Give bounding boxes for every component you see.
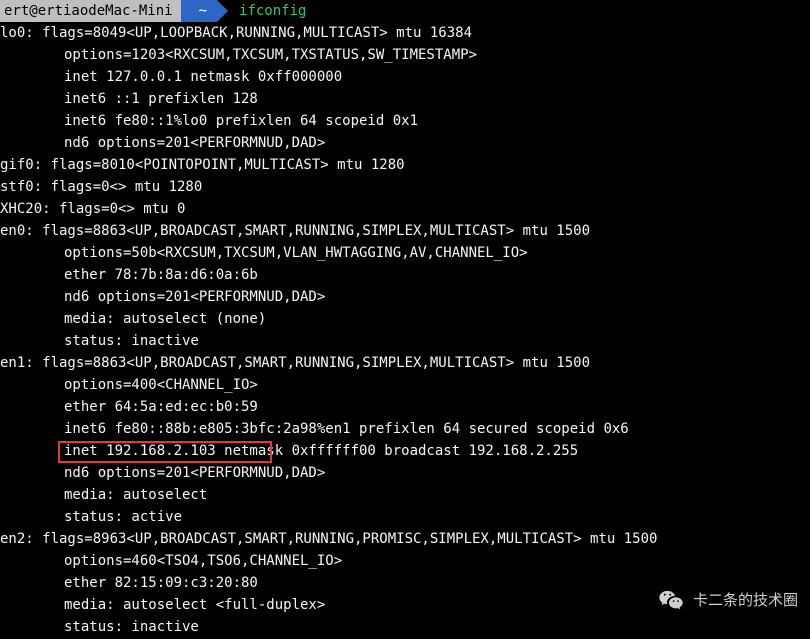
output-line-highlighted: inet 192.168.2.103 netmask 0xffffff00 br… <box>0 440 810 462</box>
output-line: en1: flags=8863<UP,BROADCAST,SMART,RUNNI… <box>0 352 810 374</box>
wechat-icon <box>657 587 685 615</box>
output-line: gif0: flags=8010<POINTOPOINT,MULTICAST> … <box>0 154 810 176</box>
output-line: inet6 fe80::1%lo0 prefixlen 64 scopeid 0… <box>0 110 810 132</box>
output-line: options=460<TSO4,TSO6,CHANNEL_IO> <box>0 550 810 572</box>
output-line: en2: flags=8963<UP,BROADCAST,SMART,RUNNI… <box>0 528 810 550</box>
output-line: status: active <box>0 506 810 528</box>
watermark-text: 卡二条的技术圈 <box>693 590 798 612</box>
output-line: ether 78:7b:8a:d6:0a:6b <box>0 264 810 286</box>
watermark: 卡二条的技术圈 <box>657 587 798 615</box>
output-line: media: autoselect <box>0 484 810 506</box>
typed-command: ifconfig <box>217 0 306 22</box>
output-line: media: autoselect (none) <box>0 308 810 330</box>
output-line: options=50b<RXCSUM,TXCSUM,VLAN_HWTAGGING… <box>0 242 810 264</box>
prompt-user-host: ert@ertiaodeMac-Mini <box>0 0 181 22</box>
output-line: inet6 fe80::88b:e805:3bfc:2a98%en1 prefi… <box>0 418 810 440</box>
output-line: stf0: flags=0<> mtu 1280 <box>0 176 810 198</box>
output-line: nd6 options=201<PERFORMNUD,DAD> <box>0 286 810 308</box>
output-line: status: inactive <box>0 330 810 352</box>
output-line: options=1203<RXCSUM,TXCSUM,TXSTATUS,SW_T… <box>0 44 810 66</box>
output-line: nd6 options=201<PERFORMNUD,DAD> <box>0 462 810 484</box>
output-line: ether 64:5a:ed:ec:b0:59 <box>0 396 810 418</box>
output-line: en0: flags=8863<UP,BROADCAST,SMART,RUNNI… <box>0 220 810 242</box>
output-line: XHC20: flags=0<> mtu 0 <box>0 198 810 220</box>
output-line: inet 127.0.0.1 netmask 0xff000000 <box>0 66 810 88</box>
output-line: inet6 ::1 prefixlen 128 <box>0 88 810 110</box>
output-line: status: inactive <box>0 616 810 638</box>
output-line: nd6 options=201<PERFORMNUD,DAD> <box>0 132 810 154</box>
terminal-output: lo0: flags=8049<UP,LOOPBACK,RUNNING,MULT… <box>0 22 810 638</box>
prompt-dir: ~ <box>181 0 217 22</box>
output-line: lo0: flags=8049<UP,LOOPBACK,RUNNING,MULT… <box>0 22 810 44</box>
shell-prompt[interactable]: ert@ertiaodeMac-Mini ~ ifconfig <box>0 0 810 22</box>
output-line: options=400<CHANNEL_IO> <box>0 374 810 396</box>
